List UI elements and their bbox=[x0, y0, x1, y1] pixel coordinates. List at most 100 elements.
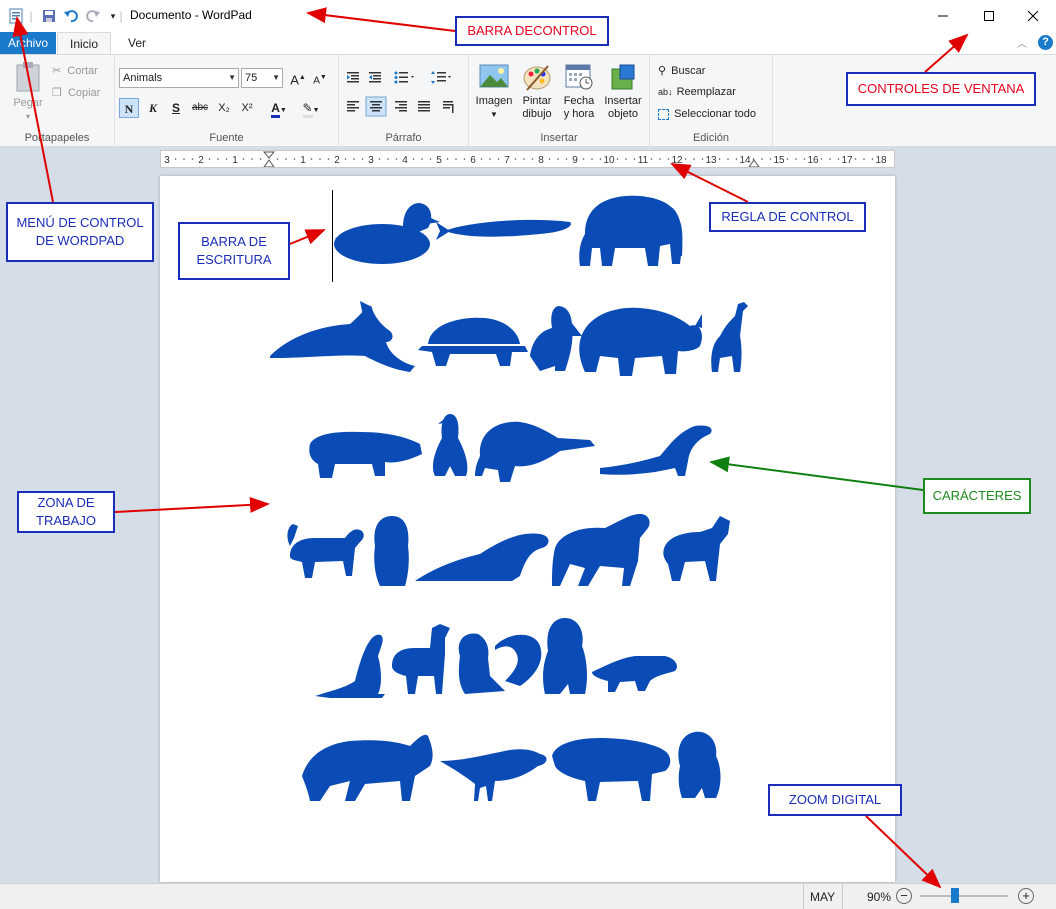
line-spacing-icon[interactable] bbox=[431, 71, 451, 84]
save-icon[interactable] bbox=[40, 7, 58, 25]
paste-button[interactable]: Pegar ▾ bbox=[8, 61, 48, 123]
font-size-select[interactable]: 75 ▼ bbox=[241, 68, 283, 88]
shrink-font-button[interactable]: A▼ bbox=[310, 68, 330, 88]
help-icon[interactable]: ? bbox=[1038, 35, 1053, 50]
annotation-menu-control-line2: DE WORDPAD bbox=[35, 233, 125, 248]
align-left-icon[interactable] bbox=[347, 101, 359, 112]
ruler-tick bbox=[523, 158, 525, 160]
maximize-button[interactable] bbox=[966, 0, 1012, 32]
highlight-button[interactable]: ✎▼ bbox=[297, 98, 325, 118]
group-label-font: Fuente bbox=[209, 132, 244, 144]
align-center-selected[interactable] bbox=[365, 96, 387, 117]
ruler-tick bbox=[863, 158, 865, 160]
tab-inicio[interactable]: Inicio bbox=[57, 32, 111, 54]
rabbit-glyph bbox=[270, 301, 415, 372]
duck-glyph bbox=[334, 203, 440, 264]
ruler[interactable]: 3 2 1 1 2 3 4 5 6 7 8 9 10 11 12 13 14 15 16 17 18 bbox=[160, 150, 895, 168]
font-color-button[interactable]: A▼ bbox=[265, 98, 293, 118]
zoom-slider-track[interactable] bbox=[920, 888, 1008, 903]
ruler-number: 14 bbox=[739, 155, 751, 166]
increase-indent-icon[interactable] bbox=[369, 72, 381, 83]
seal-glyph bbox=[600, 425, 712, 476]
squirrel-glyph bbox=[458, 633, 542, 694]
indent-marker[interactable] bbox=[262, 151, 276, 167]
insert-paint-label-2: dibujo bbox=[522, 108, 552, 120]
justify-icon[interactable] bbox=[418, 101, 430, 112]
align-right-icon[interactable] bbox=[395, 101, 407, 112]
close-button[interactable] bbox=[1010, 0, 1056, 32]
tab-ver[interactable]: Ver bbox=[118, 32, 156, 54]
tab-archivo[interactable]: Archivo bbox=[0, 32, 56, 54]
redo-icon[interactable] bbox=[84, 7, 102, 25]
ruler-tick bbox=[319, 158, 321, 160]
binoculars-icon: ⚲ bbox=[658, 65, 667, 77]
font-color-icon: A bbox=[271, 101, 280, 118]
ruler-tick bbox=[591, 158, 593, 160]
replace-icon: ab↓ bbox=[658, 87, 673, 97]
copy-button[interactable]: ❐ Copiar bbox=[52, 86, 100, 99]
ruler-tick bbox=[497, 158, 500, 160]
strikethrough-button[interactable]: abc bbox=[190, 98, 210, 118]
meerkat-glyph bbox=[592, 656, 677, 692]
collapse-ribbon-icon[interactable]: ︿ bbox=[1017, 35, 1027, 50]
ruler-number: 8 bbox=[538, 155, 544, 166]
find-button[interactable]: ⚲ Buscar bbox=[658, 64, 705, 77]
paragraph-controls bbox=[347, 71, 454, 117]
ruler-number: 6 bbox=[470, 155, 476, 166]
bullets-icon[interactable] bbox=[394, 71, 415, 84]
zoom-in-icon[interactable]: + bbox=[1018, 888, 1034, 904]
llama-glyph bbox=[392, 624, 450, 694]
wordpad-app-icon[interactable] bbox=[7, 7, 25, 25]
ruler-tick bbox=[761, 158, 763, 160]
annotation-menu-control-line1: MENÚ DE CONTROL bbox=[16, 215, 144, 230]
ruler-tick bbox=[667, 158, 670, 160]
tortoise-glyph bbox=[418, 317, 528, 366]
replace-button[interactable]: ab↓ Reemplazar bbox=[658, 86, 736, 98]
insert-image-button[interactable]: Imagen ▼ bbox=[473, 63, 515, 121]
insert-datetime-button[interactable]: Fecha y hora bbox=[559, 63, 599, 121]
paragraph-settings-icon[interactable] bbox=[443, 101, 454, 113]
status-divider bbox=[842, 884, 843, 909]
ruler-tick bbox=[548, 158, 551, 160]
pig-glyph bbox=[309, 431, 422, 478]
ruler-tick bbox=[191, 158, 194, 160]
insert-object-button[interactable]: Insertar objeto bbox=[601, 63, 645, 121]
ruler-tick bbox=[829, 158, 831, 160]
group-clipboard: Pegar ▾ ✂ Cortar ❐ Copiar Portapapeles bbox=[0, 55, 115, 147]
zoom-slider-thumb[interactable] bbox=[951, 888, 960, 903]
cut-button[interactable]: ✂ Cortar bbox=[52, 64, 98, 77]
group-label-paragraph: Párrafo bbox=[385, 132, 422, 144]
italic-button[interactable]: K bbox=[143, 98, 163, 118]
chevron-down-icon: ▼ bbox=[272, 73, 280, 82]
annotation-regla-control: REGLA DE CONTROL bbox=[709, 202, 866, 232]
annotation-menu-control: MENÚ DE CONTROL DE WORDPAD bbox=[6, 202, 154, 262]
document-page[interactable] bbox=[160, 176, 895, 882]
kangaroo-glyph bbox=[315, 634, 385, 698]
status-bar: MAY 90% − + bbox=[0, 883, 1056, 909]
ruler-number: 3 bbox=[368, 155, 374, 166]
zoom-out-icon[interactable]: − bbox=[896, 888, 912, 904]
underline-button[interactable]: S bbox=[166, 98, 186, 118]
minimize-button[interactable] bbox=[920, 0, 966, 32]
font-family-select[interactable]: Animals ▼ bbox=[119, 68, 239, 88]
grow-font-button[interactable]: A▲ bbox=[288, 68, 308, 88]
ruler-number: 7 bbox=[504, 155, 510, 166]
ruler-tick bbox=[395, 158, 398, 160]
ruler-number: 18 bbox=[875, 155, 887, 166]
group-label-clipboard: Portapapeles bbox=[24, 132, 90, 144]
undo-icon[interactable] bbox=[62, 7, 80, 25]
ruler-tick bbox=[786, 158, 789, 160]
superscript-button[interactable]: X² bbox=[237, 98, 257, 118]
ruler-tick bbox=[871, 158, 874, 160]
ruler-number: 2 bbox=[334, 155, 340, 166]
select-all-button[interactable]: Seleccionar todo bbox=[658, 108, 756, 120]
dog-glyph bbox=[287, 524, 364, 578]
bold-button[interactable]: N bbox=[119, 98, 139, 118]
insert-paint-button[interactable]: Pintar dibujo bbox=[517, 63, 557, 121]
title-separator: | bbox=[119, 9, 123, 23]
annotation-barra-escritura-line2: ESCRITURA bbox=[196, 252, 272, 267]
ruler-tick bbox=[701, 158, 704, 160]
decrease-indent-icon[interactable] bbox=[347, 72, 359, 83]
ruler-number: 15 bbox=[773, 155, 785, 166]
subscript-button[interactable]: X₂ bbox=[214, 98, 234, 118]
